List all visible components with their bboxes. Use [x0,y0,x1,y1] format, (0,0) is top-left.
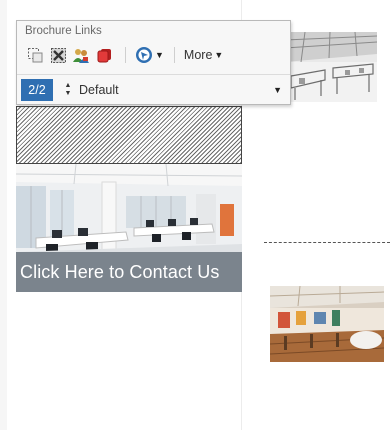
toolbar-separator [173,47,175,63]
select-area-icon[interactable] [24,45,46,65]
users-icon[interactable] [70,45,92,65]
contact-banner[interactable]: Click Here to Contact Us [16,164,242,292]
style-select[interactable]: Default [79,83,273,97]
toolbar-title: Brochure Links [25,25,102,37]
reorder-stepper[interactable]: ▲ ▼ [61,82,75,98]
dashed-divider [264,242,390,243]
chevron-down-icon[interactable]: ▼ [273,85,282,95]
style-row: 2/2 ▲ ▼ Default ▼ [21,79,284,101]
target-icon[interactable]: ▼ [135,45,164,65]
more-menu-button[interactable]: More ▼ [184,48,223,62]
contact-link-text[interactable]: Click Here to Contact Us [20,262,219,283]
chevron-down-icon[interactable]: ▼ [65,90,72,98]
layers-icon[interactable] [93,45,115,65]
toolbar-separator [125,47,126,63]
office-photo-top[interactable] [285,32,377,102]
brochure-links-toolbar: Brochure Links ▼ More ▼ 2/2 ▲ ▼ Default … [16,20,291,105]
more-label: More [183,48,213,62]
image-placeholder[interactable] [16,106,242,164]
link-counter-badge[interactable]: 2/2 [21,79,53,101]
chevron-down-icon: ▼ [214,50,224,60]
chevron-up-icon[interactable]: ▲ [65,82,72,90]
delete-link-icon[interactable] [47,45,69,65]
chevron-down-icon[interactable]: ▼ [155,50,164,60]
toolbar-divider [17,74,290,75]
tool-row: ▼ More ▼ [24,45,223,65]
cafe-photo[interactable] [270,286,384,362]
